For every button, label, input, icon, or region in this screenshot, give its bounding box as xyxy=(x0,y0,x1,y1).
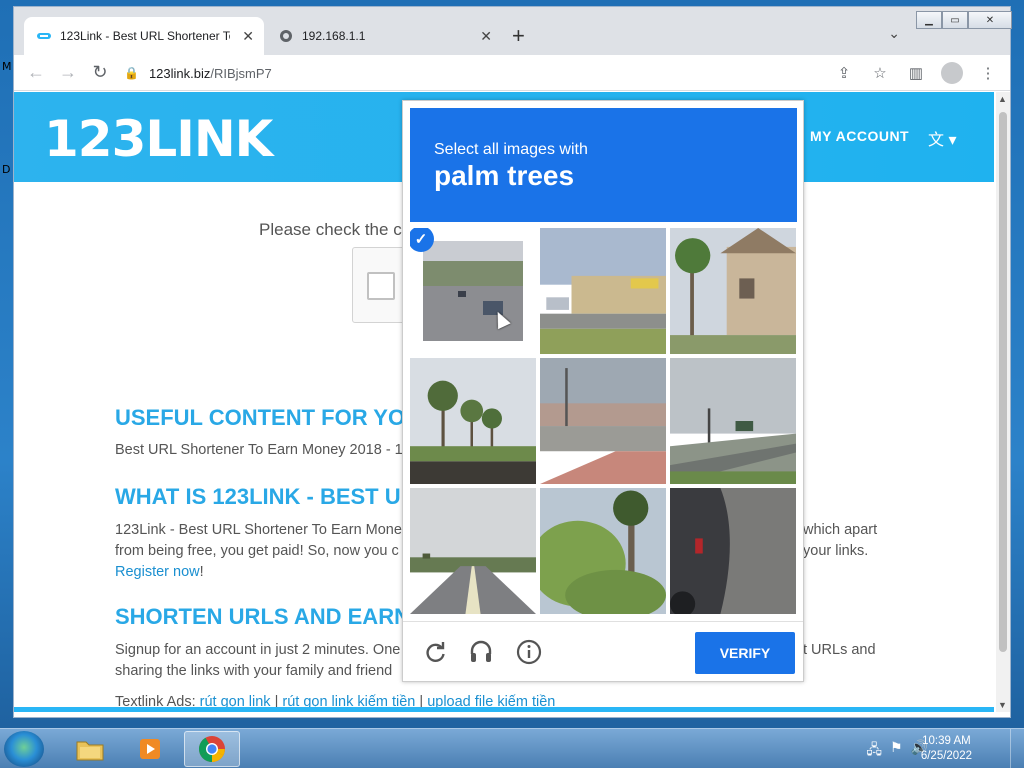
audio-icon[interactable] xyxy=(467,638,495,666)
close-tab-icon[interactable]: ✕ xyxy=(242,28,254,45)
share-icon[interactable]: ⇪ xyxy=(828,57,860,89)
close-tab-icon[interactable]: ✕ xyxy=(480,28,492,45)
start-button[interactable] xyxy=(4,731,44,767)
captcha-tile[interactable] xyxy=(670,358,796,484)
challenge-target: palm trees xyxy=(434,160,575,191)
section-heading: USEFUL CONTENT FOR YO xyxy=(115,405,406,430)
challenge-header: Select all images with palm trees xyxy=(410,108,797,222)
system-tray: 🖧 ⚑ 🔊 xyxy=(866,739,928,763)
profile-icon[interactable] xyxy=(936,57,968,89)
verify-button[interactable]: VERIFY xyxy=(695,632,795,674)
link-favicon xyxy=(36,28,52,44)
challenge-footer: VERIFY xyxy=(403,621,803,683)
captcha-tile[interactable] xyxy=(540,488,666,614)
captcha-tile-image xyxy=(540,228,666,354)
image-grid: ✓ xyxy=(410,228,797,615)
clock-date: 6/25/2022 xyxy=(920,750,972,762)
scroll-down-icon[interactable]: ▼ xyxy=(998,700,1007,710)
close-window-button[interactable]: ✕ xyxy=(968,11,1012,29)
section-heading: WHAT IS 123LINK - BEST U xyxy=(115,484,401,509)
captcha-tile-image xyxy=(410,358,536,484)
tab-strip: 123Link - Best URL Shortener To ✕ 192.16… xyxy=(14,7,1012,55)
chrome-icon[interactable] xyxy=(184,731,240,767)
clock[interactable]: 10:39 AM 6/25/2022 xyxy=(921,734,972,764)
back-icon[interactable]: ← xyxy=(20,57,52,89)
footer-accent xyxy=(14,707,994,712)
captcha-tile[interactable] xyxy=(670,228,796,354)
register-link[interactable]: Register now xyxy=(115,564,200,580)
section-text-right: your links. xyxy=(803,543,869,559)
lock-icon: 🔒 xyxy=(124,66,139,80)
toolbar: ← → ↻ 🔒 123link.biz/RIBjsmP7 ⇪ ☆ ▥ ⋮ xyxy=(14,55,1010,91)
reload-icon[interactable] xyxy=(421,638,449,666)
scroll-up-icon[interactable]: ▲ xyxy=(998,94,1007,104)
captcha-tile[interactable]: ✓ xyxy=(410,228,536,354)
desktop-label: D xyxy=(2,163,11,176)
folder-icon[interactable] xyxy=(62,731,118,767)
menu-icon[interactable]: ⋮ xyxy=(972,57,1004,89)
recaptcha-challenge: Select all images with palm trees ✓ VERI… xyxy=(402,100,804,682)
network-icon[interactable]: 🖧 xyxy=(866,739,882,763)
reload-page-icon[interactable]: ↻ xyxy=(84,57,116,89)
register-suffix: ! xyxy=(199,564,204,580)
section-text: Signup for an account in just 2 minutes.… xyxy=(115,642,401,658)
globe-icon xyxy=(278,28,294,44)
captcha-tile[interactable] xyxy=(670,488,796,614)
captcha-tile-image xyxy=(410,488,536,614)
tab-123link[interactable]: 123Link - Best URL Shortener To ✕ xyxy=(24,17,264,55)
captcha-tile-image xyxy=(670,228,796,354)
section-text-right: t URLs and xyxy=(803,642,876,658)
taskbar: 🖧 ⚑ 🔊 10:39 AM 6/25/2022 xyxy=(0,728,1024,768)
captcha-instruction: Please check the ca xyxy=(259,220,412,239)
tab-search-icon[interactable]: ⌄ xyxy=(888,25,900,42)
show-desktop-button[interactable] xyxy=(1010,729,1024,768)
scrollbar[interactable]: ▲ ▼ xyxy=(996,92,1010,712)
captcha-tile-image xyxy=(670,488,796,614)
media-player-icon[interactable] xyxy=(122,731,178,767)
bookmark-star-icon[interactable]: ☆ xyxy=(864,57,896,89)
recaptcha-checkbox[interactable] xyxy=(367,272,395,300)
action-center-icon[interactable]: ⚑ xyxy=(890,739,903,763)
info-icon[interactable] xyxy=(515,638,543,666)
desktop-label: M xyxy=(2,60,12,73)
section-text: Best URL Shortener To Earn Money 2018 - … xyxy=(115,442,403,458)
language-icon[interactable]: 文 ▾ xyxy=(928,126,956,150)
section-text: sharing the links with your family and f… xyxy=(115,663,393,679)
section-text: from being free, you get paid! So, now y… xyxy=(115,543,399,559)
captcha-tile-image xyxy=(670,358,796,484)
clock-time: 10:39 AM xyxy=(922,735,971,747)
new-tab-button[interactable]: + xyxy=(512,23,525,49)
maximize-button[interactable]: ▭ xyxy=(942,11,968,29)
tab-title: 123Link - Best URL Shortener To xyxy=(60,29,230,43)
window-controls: ▁ ▭ ✕ xyxy=(916,11,1012,29)
captcha-tile[interactable] xyxy=(540,358,666,484)
minimize-button[interactable]: ▁ xyxy=(916,11,942,29)
captcha-tile[interactable] xyxy=(540,228,666,354)
side-panel-icon[interactable]: ▥ xyxy=(900,57,932,89)
toolbar-actions: ⇪ ☆ ▥ ⋮ xyxy=(828,57,1004,89)
my-account-link[interactable]: MY ACCOUNT xyxy=(810,128,909,144)
tab-title: 192.168.1.1 xyxy=(302,29,366,43)
captcha-tile[interactable] xyxy=(410,358,536,484)
captcha-tile-image xyxy=(423,241,523,341)
register-line: Register now! xyxy=(115,562,204,583)
site-logo[interactable]: 123LINK xyxy=(44,110,273,168)
scroll-thumb[interactable] xyxy=(999,112,1007,652)
tab-router[interactable]: 192.168.1.1 ✕ xyxy=(266,17,502,55)
captcha-tile-image xyxy=(540,358,666,484)
forward-icon[interactable]: → xyxy=(52,57,84,89)
section-text: 123Link - Best URL Shortener To Earn Mon… xyxy=(115,522,402,538)
url-host: 123link.biz xyxy=(148,65,211,81)
section-text-right: which apart xyxy=(803,522,878,538)
captcha-tile-image xyxy=(540,488,666,614)
challenge-prompt: Select all images with xyxy=(434,141,588,158)
url-path: /RIBjsmP7 xyxy=(210,65,272,81)
section-heading: SHORTEN URLS AND EARN xyxy=(115,604,410,629)
captcha-tile[interactable] xyxy=(410,488,536,614)
